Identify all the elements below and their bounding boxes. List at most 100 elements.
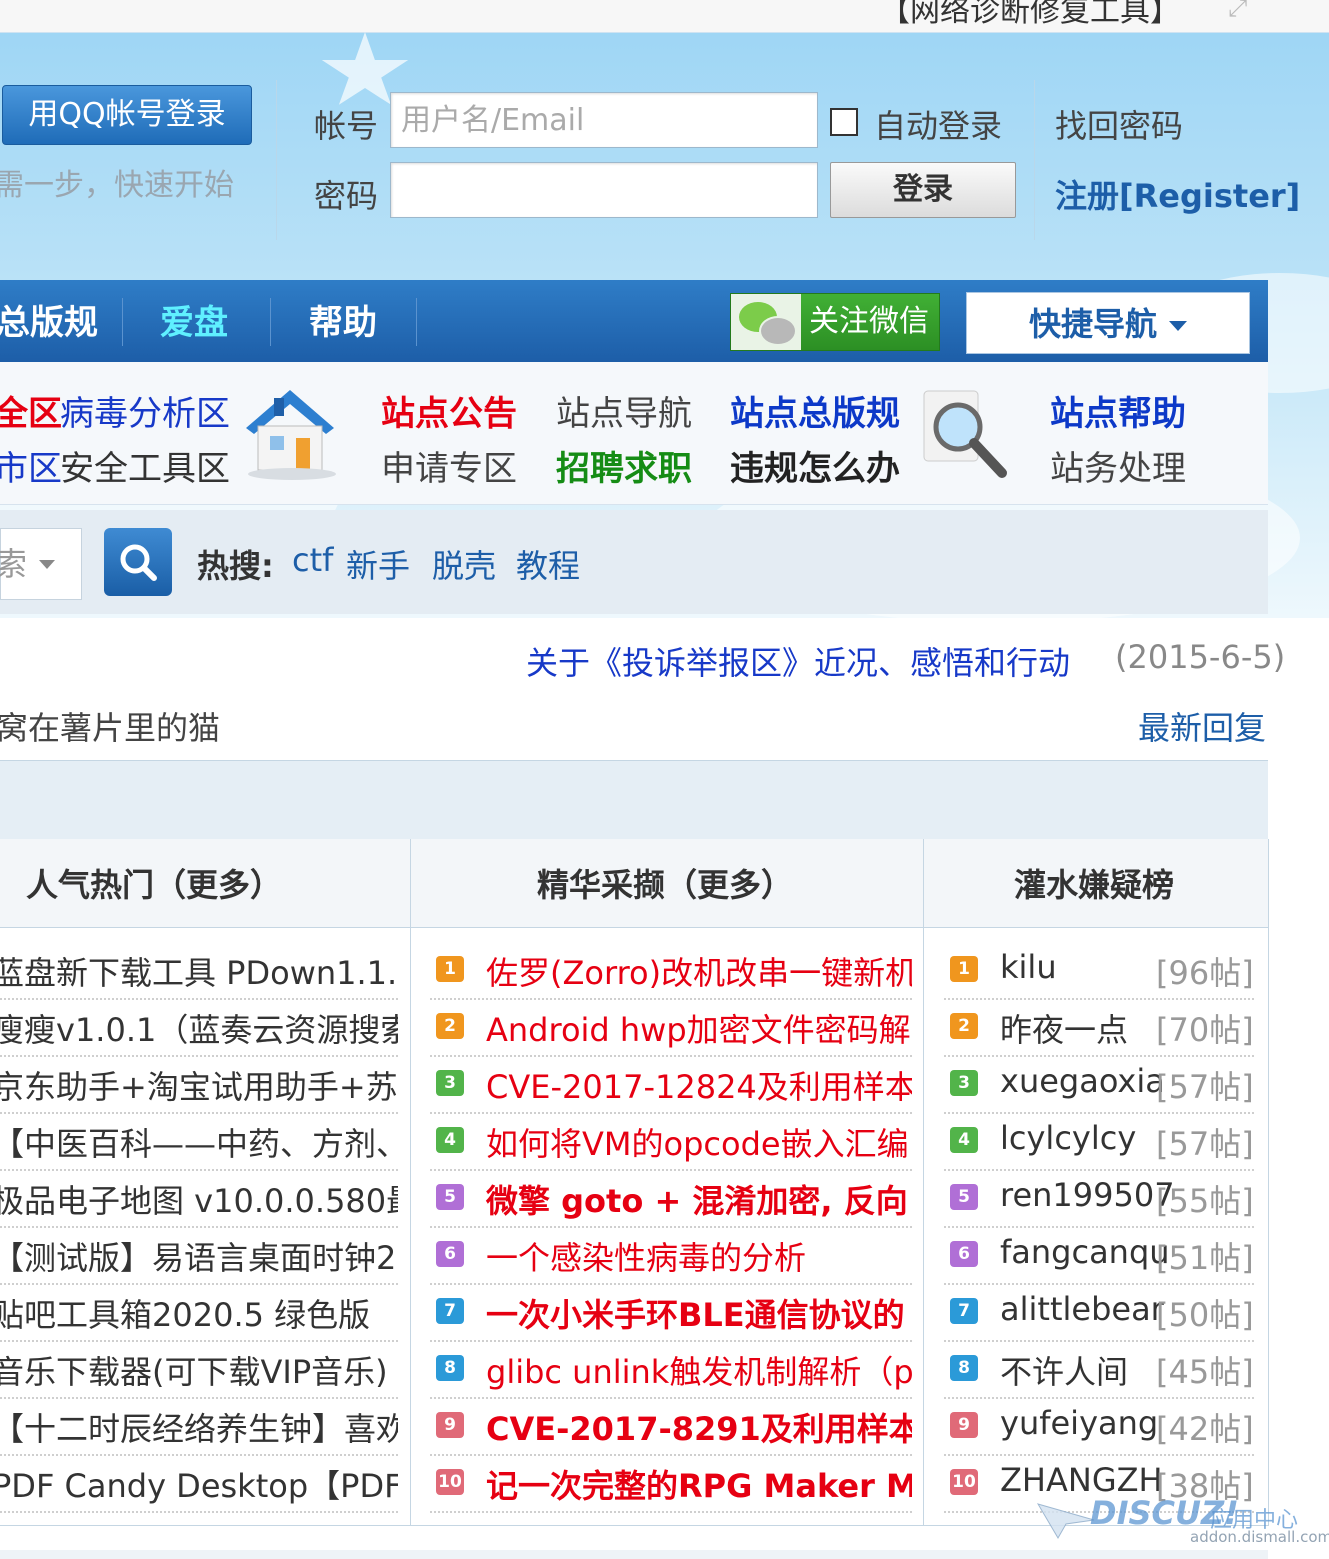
list-item[interactable]: 3 CVE-2017-12824及利用样本 xyxy=(430,1058,912,1114)
rank-badge: 6 xyxy=(436,1241,464,1267)
auto-login-checkbox[interactable] xyxy=(830,108,858,136)
list-item-title: 【十二时辰经络养生钟】喜欢 xyxy=(0,1410,398,1448)
list-item[interactable]: 10 记一次完整的RPG Maker M xyxy=(430,1457,912,1513)
hot-search-term[interactable]: 新手 xyxy=(346,541,410,587)
post-count: [96帖] xyxy=(1156,954,1254,992)
search-button[interactable] xyxy=(104,528,172,596)
ranking-username: yufeiyang xyxy=(1000,1404,1159,1442)
list-item[interactable]: 7 一次小米手环BLE通信协议的 xyxy=(430,1286,912,1342)
subnav-link-apply[interactable]: 申请专区 xyxy=(381,441,517,490)
subnav-link[interactable]: 全区 xyxy=(0,386,62,435)
quick-nav-dropdown[interactable]: 快捷导航 xyxy=(966,292,1250,354)
forgot-password-link[interactable]: 找回密码 xyxy=(1055,101,1183,147)
subnav-link[interactable]: 市区 xyxy=(0,441,62,490)
ranking-username: 昨夜一点 xyxy=(1000,1011,1129,1049)
list-item-title: 【测试版】易语言桌面时钟2. xyxy=(0,1239,398,1277)
announcement-link[interactable]: 关于《投诉举报区》近况、感悟和行动 xyxy=(526,638,1070,684)
list-item[interactable]: 【测试版】易语言桌面时钟2. xyxy=(0,1229,398,1285)
list-item[interactable]: PDF Candy Desktop【PDF全 xyxy=(0,1457,398,1513)
username-text: 窝在薯片里的猫 xyxy=(0,709,221,747)
rank-badge: 3 xyxy=(436,1070,464,1096)
list-item[interactable]: 音乐下载器(可下载VIP音乐) xyxy=(0,1343,398,1399)
list-item[interactable]: 4 如何将VM的opcode嵌入汇编 xyxy=(430,1115,912,1171)
hot-search-term[interactable]: 脱壳 xyxy=(432,541,496,587)
top-strip: 【网络诊断修复工具】 ⤢ xyxy=(0,0,1329,33)
ranking-item[interactable]: 4 lcylcylcy [57帖] xyxy=(944,1115,1254,1171)
list-item-title: 微擎 goto + 混淆加密, 反向 xyxy=(486,1182,908,1220)
subnav-link-violations[interactable]: 违规怎么办 xyxy=(730,441,900,490)
column-header-ranking: 灌水嫌疑榜 xyxy=(924,839,1268,928)
watermark-url: addon.dismall.com xyxy=(1190,1528,1329,1546)
rank-badge: 7 xyxy=(436,1298,464,1324)
list-item-title: 瘦瘦v1.0.1（蓝奏云资源搜索 xyxy=(0,1011,398,1049)
ranking-item[interactable]: 3 xuegaoxia [57帖] xyxy=(944,1058,1254,1114)
post-count: [70帖] xyxy=(1156,1011,1254,1049)
auto-login-label: 自动登录 xyxy=(874,107,1003,145)
rank-badge: 6 xyxy=(950,1241,978,1267)
table-title-bar xyxy=(0,760,1268,840)
nav-item-aipan[interactable]: 爱盘 xyxy=(160,280,228,362)
discuz-watermark: DISCUZ! 应用中心 addon.dismall.com xyxy=(1030,1490,1329,1550)
subnav-link-site-rules[interactable]: 站点总版规 xyxy=(730,386,900,435)
list-item[interactable]: 9 CVE-2017-8291及利用样本 xyxy=(430,1400,912,1456)
subnav-link-security-tools[interactable]: 安全工具区 xyxy=(60,441,230,490)
nav-item-help[interactable]: 帮助 xyxy=(309,280,377,362)
list-item[interactable]: 【中医百科——中药、方剂、 xyxy=(0,1115,398,1171)
password-input[interactable] xyxy=(390,162,818,218)
ranking-username: kilu xyxy=(1000,948,1057,986)
column-header-digest-label: 精华采撷（更多） xyxy=(537,866,794,904)
qq-login-button[interactable]: 用QQ帐号登录 xyxy=(2,85,252,145)
subnav-link-site-nav[interactable]: 站点导航 xyxy=(556,386,692,435)
search-bar xyxy=(0,510,1268,614)
rank-badge: 10 xyxy=(950,1469,978,1495)
hot-search-label: 热搜: xyxy=(197,547,274,585)
list-item[interactable]: 6 一个感染性病毒的分析 xyxy=(430,1229,912,1285)
network-tool-link[interactable]: 【网络诊断修复工具】 xyxy=(880,0,1180,30)
list-item[interactable]: 极品电子地图 v10.0.0.580最 xyxy=(0,1172,398,1228)
ranking-username: lcylcylcy xyxy=(1000,1119,1137,1157)
hot-search-term[interactable]: 教程 xyxy=(516,541,580,587)
list-item[interactable]: 瘦瘦v1.0.1（蓝奏云资源搜索 xyxy=(0,1001,398,1057)
subnav-link-jobs[interactable]: 招聘求职 xyxy=(556,441,692,490)
list-item[interactable]: 蓝盘新下载工具 PDown1.1.4. xyxy=(0,944,398,1000)
column-divider xyxy=(923,839,924,1525)
list-item[interactable]: 贴吧工具箱2020.5 绿色版 xyxy=(0,1286,398,1342)
subnav-link-announcement[interactable]: 站点公告 xyxy=(381,386,517,435)
list-item[interactable]: 1 佐罗(Zorro)改机改串一键新机 xyxy=(430,944,912,1000)
ranking-item[interactable]: 5 ren199507 [55帖] xyxy=(944,1172,1254,1228)
discuz-logo-icon xyxy=(1036,1503,1095,1539)
list-item[interactable]: 京东助手+淘宝试用助手+苏 xyxy=(0,1058,398,1114)
list-item[interactable]: 【十二时辰经络养生钟】喜欢 xyxy=(0,1400,398,1456)
ranking-item[interactable]: 1 kilu [96帖] xyxy=(944,944,1254,1000)
rank-badge: 2 xyxy=(436,1013,464,1039)
account-input[interactable] xyxy=(390,92,818,148)
hot-search-term[interactable]: ctf xyxy=(292,541,333,579)
ranking-item[interactable]: 9 yufeiyang [42帖] xyxy=(944,1400,1254,1456)
list-item[interactable]: 2 Android hwp加密文件密码解 xyxy=(430,1001,912,1057)
ranking-item[interactable]: 6 fangcanqu [51帖] xyxy=(944,1229,1254,1285)
subnav-link-virus-analysis[interactable]: 病毒分析区 xyxy=(60,386,230,435)
ranking-item[interactable]: 7 alittlebear [50帖] xyxy=(944,1286,1254,1342)
subnav-link-site-help[interactable]: 站点帮助 xyxy=(1050,386,1186,435)
latest-reply-link[interactable]: 最新回复 xyxy=(1138,703,1266,749)
expand-icon[interactable]: ⤢ xyxy=(1228,0,1247,22)
follow-wechat-button[interactable]: 关注微信 xyxy=(730,293,940,351)
magnifier-icon xyxy=(923,390,1007,478)
nav-divider xyxy=(416,298,417,346)
list-item[interactable]: 8 glibc unlink触发机制解析（p xyxy=(430,1343,912,1399)
list-item-title: 蓝盘新下载工具 PDown1.1.4. xyxy=(0,954,398,992)
list-item-title: 极品电子地图 v10.0.0.580最 xyxy=(0,1182,398,1220)
nav-item-rules[interactable]: 总版规 xyxy=(0,280,98,362)
post-count: [42帖] xyxy=(1156,1410,1254,1448)
search-type-select[interactable]: 索 xyxy=(0,528,82,600)
list-item-title: 音乐下载器(可下载VIP音乐) xyxy=(0,1353,388,1391)
ranking-item[interactable]: 8 不许人间 [45帖] xyxy=(944,1343,1254,1399)
subnav-link-affairs[interactable]: 站务处理 xyxy=(1050,441,1186,490)
login-button[interactable]: 登录 xyxy=(830,162,1016,218)
rank-badge: 4 xyxy=(950,1127,978,1153)
ranking-item[interactable]: 2 昨夜一点 [70帖] xyxy=(944,1001,1254,1057)
rank-badge: 5 xyxy=(950,1184,978,1210)
register-link[interactable]: 注册[Register] xyxy=(1055,171,1300,217)
post-count: [57帖] xyxy=(1156,1125,1254,1163)
list-item[interactable]: 5 微擎 goto + 混淆加密, 反向 xyxy=(430,1172,912,1228)
